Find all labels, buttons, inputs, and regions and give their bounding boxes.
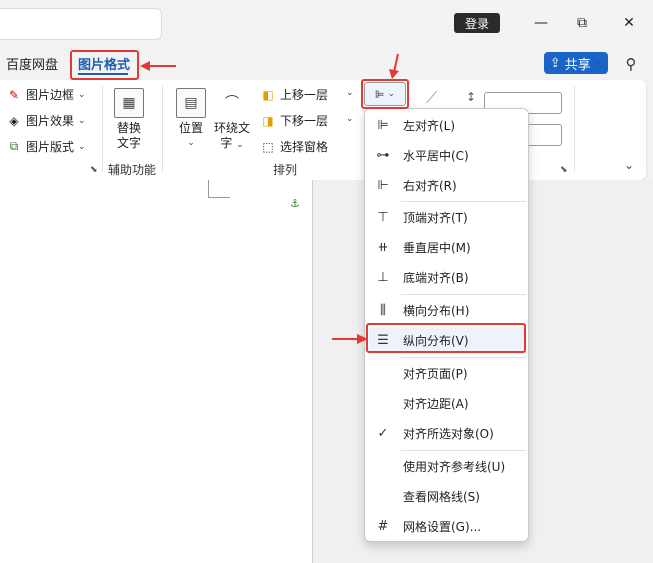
send-backward-label: 下移一层 — [280, 114, 329, 128]
crop-icon[interactable]: ⟋ — [426, 88, 437, 108]
menu-separator — [401, 357, 526, 358]
align-middle-icon: ⧺ — [377, 239, 389, 255]
menu-item-view-gridlines[interactable]: 查看网格线(S) — [369, 483, 526, 509]
grid-icon: # — [377, 518, 389, 534]
pen-icon: ✎ — [8, 87, 20, 102]
menu-item-align-bottom[interactable]: ⊥ 底端对齐(B) — [369, 264, 526, 290]
close-icon[interactable]: ✕ — [616, 10, 642, 36]
menu-item-align-top[interactable]: ⊤ 顶端对齐(T) — [369, 204, 526, 230]
alt-text-label-line2: 文字 — [116, 136, 141, 150]
search-input[interactable] — [0, 8, 162, 40]
annotation-highlight-align-button — [361, 79, 409, 109]
align-bottom-icon: ⊥ — [377, 269, 389, 285]
checkmark-icon: ✓ — [377, 425, 389, 441]
margin-mark — [208, 197, 230, 198]
collapse-ribbon-icon[interactable]: ⌄ — [624, 158, 634, 172]
document-page[interactable] — [0, 180, 313, 563]
menu-separator — [401, 201, 526, 202]
align-top-icon: ⊤ — [377, 209, 389, 225]
restore-icon[interactable]: ⧉ — [569, 10, 595, 36]
annotation-arrow-down — [389, 53, 399, 79]
send-backward-dropdown[interactable]: ⌄ — [346, 114, 354, 124]
annotation-highlight-tab — [70, 50, 139, 80]
group-separator — [102, 86, 103, 172]
picture-effects-button[interactable]: ◈ 图片效果 ⌄ — [6, 112, 86, 129]
menu-item-align-to-page[interactable]: 对齐页面(P) — [369, 360, 526, 386]
selection-pane-label: 选择窗格 — [280, 140, 329, 154]
alt-text-label-line1: 替换 — [116, 121, 141, 135]
minimize-icon[interactable]: — — [528, 10, 554, 36]
selection-pane-icon: ⬚ — [262, 139, 274, 154]
dialog-launcher-icon[interactable]: ⬊ — [90, 165, 98, 175]
anchor-icon[interactable]: ⚓ — [290, 197, 300, 210]
arrange-group-label: 排列 — [273, 163, 298, 177]
menu-item-align-right[interactable]: ⊩ 右对齐(R) — [369, 172, 526, 198]
margin-mark — [208, 180, 209, 198]
tab-baidu-netdisk[interactable]: 百度网盘 — [6, 52, 58, 74]
picture-border-button[interactable]: ✎ 图片边框 ⌄ — [6, 86, 86, 103]
picture-effects-label: 图片效果 — [26, 114, 75, 128]
send-backward-button[interactable]: ◨ 下移一层 — [260, 112, 328, 129]
annotation-arrow-right — [332, 334, 368, 344]
menu-separator — [401, 450, 526, 451]
chevron-down-icon: ⌄ — [78, 141, 86, 152]
align-center-icon: ⊶ — [376, 147, 390, 163]
bring-forward-icon: ◧ — [262, 87, 274, 102]
page-edge — [312, 180, 313, 563]
login-button[interactable]: 登录 — [454, 13, 500, 33]
share-button[interactable]: ⇪ 共享 ⌄ — [544, 52, 608, 74]
menu-separator — [401, 294, 526, 295]
menu-item-distribute-horizontal[interactable]: ⫼ 横向分布(H) — [369, 297, 526, 323]
bring-forward-button[interactable]: ◧ 上移一层 — [260, 86, 328, 103]
menu-item-align-to-margin[interactable]: 对齐边距(A) — [369, 390, 526, 416]
position-icon: ▤ — [176, 88, 206, 118]
align-left-icon: ⊫ — [377, 117, 389, 133]
annotation-highlight-distribute-vertical — [366, 323, 526, 353]
picture-border-label: 图片边框 — [26, 88, 75, 102]
group-separator — [162, 86, 163, 172]
annotation-arrow-left — [140, 61, 176, 71]
share-icon: ⇪ — [549, 55, 561, 71]
menu-item-align-middle[interactable]: ⧺ 垂直居中(M) — [369, 234, 526, 260]
position-button[interactable]: ▤ 位置 ⌄ — [176, 88, 206, 151]
menu-item-align-left[interactable]: ⊫ 左对齐(L) — [369, 112, 526, 138]
picture-layout-button[interactable]: ⧉ 图片版式 ⌄ — [6, 138, 86, 155]
align-right-icon: ⊩ — [377, 177, 389, 193]
effects-icon: ◈ — [9, 113, 19, 128]
chevron-down-icon: ⌄ — [187, 138, 195, 148]
bring-forward-dropdown[interactable]: ⌄ — [346, 88, 354, 98]
alt-text-button[interactable]: ▦ 替换 文字 — [114, 88, 144, 151]
send-backward-icon: ◨ — [262, 113, 274, 128]
wrap-text-label-line1: 环绕文 — [214, 121, 251, 135]
picture-layout-label: 图片版式 — [26, 140, 75, 154]
distribute-horizontal-icon: ⫼ — [380, 302, 386, 318]
menu-item-grid-settings[interactable]: # 网格设置(G)... — [369, 513, 526, 539]
wrap-text-label-line2: 字 ⌄ — [220, 136, 244, 150]
position-label: 位置 — [178, 121, 203, 135]
share-label: 共享 — [564, 57, 591, 73]
wrap-text-button[interactable]: ⌒ 环绕文 字 ⌄ — [214, 88, 250, 153]
group-separator — [574, 86, 575, 172]
ribbon: ✎ 图片边框 ⌄ ◈ 图片效果 ⌄ ⧉ 图片版式 ⌄ ⬊ ▦ 替换 文字 辅助功… — [0, 80, 646, 180]
height-icon: ↕ — [466, 90, 477, 104]
alt-text-icon: ▦ — [114, 88, 144, 118]
dialog-launcher-icon[interactable]: ⬊ — [560, 165, 568, 175]
chevron-down-icon: ⌄ — [78, 89, 86, 100]
wrap-text-icon: ⌒ — [225, 94, 239, 111]
selection-pane-button[interactable]: ⬚ 选择窗格 — [260, 138, 328, 155]
bring-forward-label: 上移一层 — [280, 88, 329, 102]
accessibility-group-label: 辅助功能 — [108, 163, 157, 177]
chevron-down-icon: ⌄ — [594, 58, 603, 68]
menu-item-use-alignment-guides[interactable]: 使用对齐参考线(U) — [369, 453, 526, 479]
title-bar: 登录 — ⧉ ✕ — [0, 0, 653, 46]
chevron-down-icon: ⌄ — [78, 115, 86, 126]
menu-item-align-center[interactable]: ⊶ 水平居中(C) — [369, 142, 526, 168]
menu-item-align-selected-objects[interactable]: ✓ 对齐所选对象(O) — [369, 420, 526, 446]
comment-icon[interactable]: ⚲ — [620, 53, 642, 75]
layout-icon: ⧉ — [9, 139, 19, 153]
